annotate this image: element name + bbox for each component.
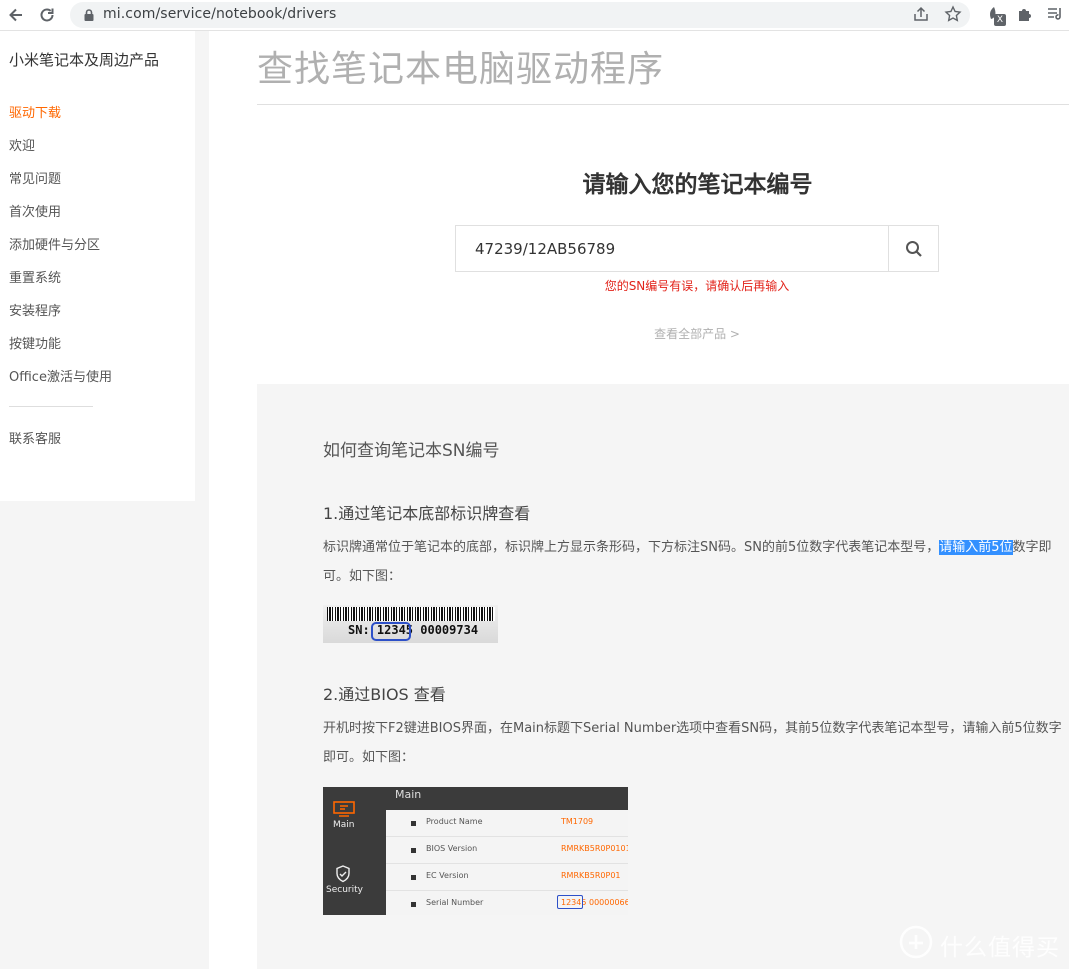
url-text[interactable]: mi.com/service/notebook/drivers	[103, 6, 336, 22]
lock-icon[interactable]	[82, 8, 96, 22]
search-icon	[906, 241, 922, 257]
sn-heading: 请输入您的笔记本编号	[582, 172, 813, 198]
bios-row-value: RMRKB5R0P01	[561, 871, 621, 880]
sidebar-item-keys[interactable]: 按键功能	[9, 333, 61, 352]
barcode-bars	[327, 607, 495, 621]
step1-text: 标识牌通常位于笔记本的底部，标识牌上方显示条形码，下方标注SN码。SN的前5位数…	[323, 533, 1065, 591]
barcode-highlight-box	[371, 622, 411, 641]
bios-row-name: EC Version	[426, 871, 469, 880]
bios-sidebar: Main Security	[323, 787, 386, 915]
view-all-products-link[interactable]: 查看全部产品 >	[455, 325, 939, 342]
bios-bullet	[411, 821, 416, 826]
step1-title: 1.通过笔记本底部标识牌查看	[323, 504, 531, 523]
watermark-logo-icon	[899, 925, 933, 959]
sn-search-box	[455, 225, 939, 272]
address-bar[interactable]: mi.com/service/notebook/drivers	[70, 2, 970, 28]
bios-row: Serial Number 12345 00000066	[386, 891, 628, 915]
bios-row-name: Product Name	[426, 817, 483, 826]
step1-text-selected: 请输入前5位	[939, 540, 1013, 555]
back-arrow-icon[interactable]	[6, 5, 26, 25]
watermark-text: 什么值得买	[940, 935, 1060, 961]
bios-row: BIOS Version RMRKB5R0P0101	[386, 837, 628, 864]
sidebar-brand[interactable]: 小米笔记本及周边产品	[9, 49, 159, 70]
sidebar-item-welcome[interactable]: 欢迎	[9, 135, 35, 154]
extension-badge: X	[994, 14, 1006, 26]
bios-bullet	[411, 902, 416, 907]
page-title: 查找笔记本电脑驱动程序	[257, 49, 665, 90]
bios-highlight-box	[557, 895, 583, 909]
puzzle-extensions-icon[interactable]	[1016, 5, 1034, 23]
sidebar-item-reset-system[interactable]: 重置系统	[9, 267, 61, 286]
sidebar-item-install[interactable]: 安装程序	[9, 300, 61, 319]
bios-tab-security: Security	[326, 885, 363, 895]
title-divider	[257, 104, 1069, 105]
help-title: 如何查询笔记本SN编号	[323, 441, 500, 461]
bios-main-icon	[333, 801, 355, 817]
barcode-sn-text: SN: 12345 00009734	[348, 623, 479, 637]
bookmark-star-icon[interactable]	[944, 5, 962, 23]
sn-error-message: 您的SN编号有误，请确认后再输入	[604, 279, 790, 293]
bios-screenshot-image: Main Security Main Product Name TM1709 B…	[323, 787, 628, 915]
browser-toolbar: mi.com/service/notebook/drivers X	[0, 0, 1069, 31]
bios-row-value: TM1709	[561, 817, 594, 826]
reload-icon[interactable]	[37, 5, 57, 25]
sidebar-item-contact[interactable]: 联系客服	[9, 428, 61, 447]
sidebar-item-first-use[interactable]: 首次使用	[9, 201, 61, 220]
step1-text-main: 标识牌通常位于笔记本的底部，标识牌上方显示条形码，下方标注SN码。SN的前5位数…	[323, 540, 940, 555]
bios-row-name: Serial Number	[426, 898, 484, 907]
bios-row: EC Version RMRKB5R0P01	[386, 864, 628, 891]
search-button[interactable]	[888, 226, 938, 271]
reading-list-icon[interactable]	[1046, 5, 1064, 23]
bios-header: Main	[386, 787, 628, 810]
barcode-label-image: SN: 12345 00009734	[323, 605, 498, 643]
step2-title: 2.通过BIOS 查看	[323, 685, 446, 704]
sidebar-item-office[interactable]: Office激活与使用	[9, 366, 112, 385]
sidebar: 小米笔记本及周边产品 驱动下载 欢迎 常见问题 首次使用 添加硬件与分区 重置系…	[0, 31, 195, 501]
sn-input[interactable]	[456, 226, 888, 271]
bios-shield-icon	[336, 865, 350, 883]
bios-tab-main: Main	[333, 820, 355, 830]
share-icon[interactable]	[912, 5, 930, 23]
bios-bullet	[411, 875, 416, 880]
step2-text: 开机时按下F2键进BIOS界面，在Main标题下Serial Number选项中…	[323, 721, 1062, 765]
sidebar-item-add-hardware[interactable]: 添加硬件与分区	[9, 234, 100, 253]
sidebar-item-driver-download[interactable]: 驱动下载	[9, 102, 61, 121]
bios-header-label: Main	[395, 788, 422, 801]
bios-row-value: RMRKB5R0P0101	[561, 844, 628, 853]
bios-row-name: BIOS Version	[426, 844, 478, 853]
bios-row: Product Name TM1709	[386, 810, 628, 837]
bios-bullet	[411, 848, 416, 853]
sidebar-item-faq[interactable]: 常见问题	[9, 168, 61, 187]
sidebar-divider	[9, 406, 93, 407]
